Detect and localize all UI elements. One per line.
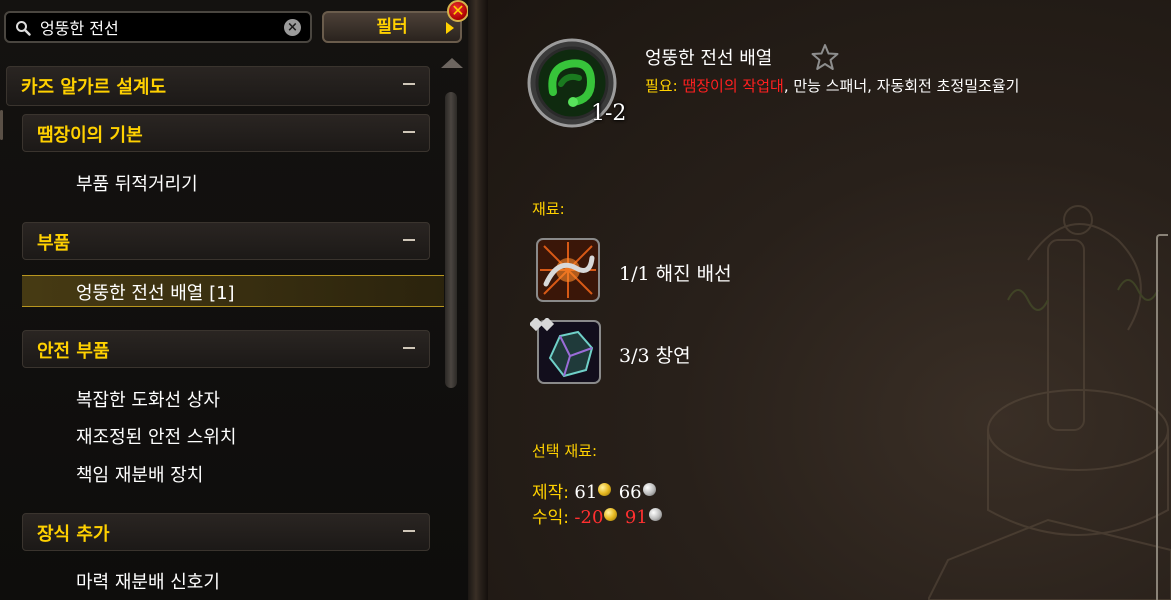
collapse-icon[interactable] — [403, 239, 415, 241]
profit-gold: -20 — [574, 507, 604, 528]
category-label: 안전 부품 — [37, 341, 110, 362]
collapse-icon[interactable] — [403, 530, 415, 532]
recipe-item[interactable]: 부품 뒤적거리기 — [76, 170, 416, 196]
recipe-item[interactable]: 책임 재분배 장치 — [76, 461, 416, 487]
category-label: 부품 — [37, 233, 71, 254]
recipe-item[interactable]: 복잡한 도화선 상자 — [76, 386, 416, 412]
craft-cost-silver: 66 — [618, 482, 642, 503]
filter-arrow-icon — [446, 22, 454, 34]
recipe-list-pane: × 필터 카즈 알가르 설계도 땜장이의 기본 부품 뒤적거리기 부품 엉뚱한 … — [0, 0, 468, 600]
recipe-label: 책임 재분배 장치 — [76, 465, 204, 486]
silver-coin-icon — [648, 508, 662, 521]
silver-coin-icon — [642, 483, 656, 496]
profit-silver: 91 — [624, 507, 648, 528]
recipe-item[interactable]: 재조정된 안전 스위치 — [76, 423, 416, 449]
collapse-icon[interactable] — [403, 83, 415, 85]
collapse-icon[interactable] — [403, 347, 415, 349]
category-khaz-algar-schematics[interactable]: 카즈 알가르 설계도 — [6, 66, 430, 106]
recipe-item[interactable]: 마력 재분배 신호기 — [76, 568, 416, 594]
recipe-tree: 카즈 알가르 설계도 땜장이의 기본 부품 뒤적거리기 부품 엉뚱한 전선 배열… — [0, 62, 444, 600]
filter-button[interactable]: 필터 — [322, 11, 462, 43]
reagents-header: 재료: — [532, 200, 565, 218]
gold-coin-icon — [604, 508, 618, 521]
category-label: 장식 추가 — [37, 524, 110, 545]
search-icon — [16, 21, 31, 36]
reagent-count: 1/1 — [619, 263, 650, 285]
category-embellishments[interactable]: 장식 추가 — [22, 513, 430, 551]
profit: 수익: -20 91 — [532, 503, 664, 528]
bismuth-ore-icon[interactable] — [530, 318, 604, 386]
background-machine-art — [928, 205, 1171, 600]
pane-divider — [468, 0, 488, 600]
favorite-star-icon[interactable] — [810, 42, 840, 72]
frayed-wire-icon[interactable] — [536, 238, 600, 302]
optional-reagents-header: 선택 재료: — [532, 442, 598, 460]
reagent-row: 1/1 해진 배선 — [619, 259, 732, 286]
close-button[interactable]: ✕ — [447, 0, 469, 22]
scroll-thumb[interactable] — [445, 92, 457, 388]
category-tinker-basics[interactable]: 땜장이의 기본 — [22, 114, 430, 152]
requires-label: 필요: — [645, 77, 678, 95]
recipe-label: 엉뚱한 전선 배열 [1] — [76, 283, 235, 304]
recipe-item-selected[interactable]: 엉뚱한 전선 배열 [1] — [22, 275, 444, 307]
search-input[interactable] — [40, 15, 280, 39]
reagent-name: 해진 배선 — [655, 263, 732, 285]
filter-label: 필터 — [376, 17, 408, 37]
detail-frame-edge — [1156, 234, 1168, 600]
recipe-label: 마력 재분배 신호기 — [76, 572, 220, 593]
category-label: 카즈 알가르 설계도 — [21, 77, 167, 98]
category-safety-parts[interactable]: 안전 부품 — [22, 330, 430, 368]
crafting-cost: 제작: 61 66 — [532, 478, 658, 503]
recipe-label: 재조정된 안전 스위치 — [76, 427, 237, 448]
missing-tool: 땜장이의 작업대 — [682, 77, 784, 95]
search-box[interactable]: × — [4, 11, 312, 43]
recipe-label: 복잡한 도화선 상자 — [76, 390, 220, 411]
craft-cost-gold: 61 — [574, 482, 598, 503]
collapse-icon[interactable] — [403, 131, 415, 133]
recipe-label: 부품 뒤적거리기 — [76, 174, 198, 195]
recipe-title: 엉뚱한 전선 배열 — [645, 48, 773, 69]
recipe-detail-pane: 1-2 엉뚱한 전선 배열 필요: 땜장이의 작업대, 만능 스패너, 자동회전… — [488, 0, 1171, 600]
category-label: 땜장이의 기본 — [37, 125, 143, 146]
other-tools: , 만능 스패너, 자동회전 초정밀조율기 — [783, 77, 1020, 95]
reagent-count: 3/3 — [619, 345, 650, 367]
scrollbar[interactable] — [440, 58, 464, 600]
craft-cost-label: 제작: — [532, 483, 570, 503]
gold-coin-icon — [598, 483, 612, 496]
reagent-row: 3/3 창연 — [619, 341, 691, 368]
clear-search-icon[interactable]: × — [284, 19, 301, 36]
required-tools: 필요: 땜장이의 작업대, 만능 스패너, 자동회전 초정밀조율기 — [645, 75, 1019, 96]
reagent-name: 창연 — [655, 345, 691, 367]
recipe-quantity: 1-2 — [591, 101, 627, 126]
profit-label: 수익: — [532, 508, 570, 528]
scroll-up-arrow-icon[interactable] — [441, 58, 463, 68]
category-parts[interactable]: 부품 — [22, 222, 430, 260]
